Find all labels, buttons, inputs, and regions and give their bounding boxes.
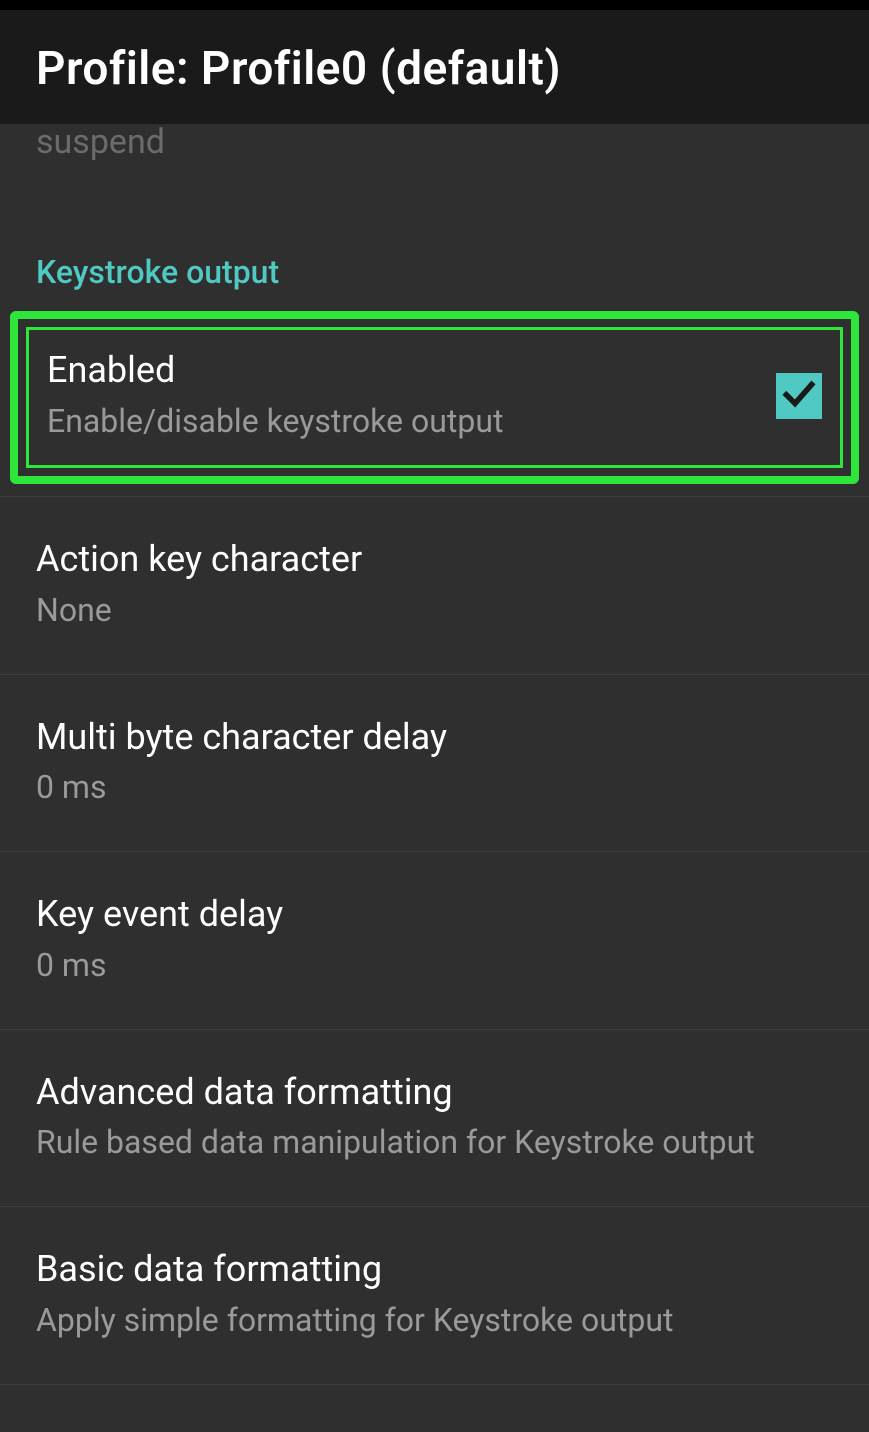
setting-enabled[interactable]: Enabled Enable/disable keystroke output bbox=[26, 327, 843, 468]
setting-advanced-sub: Rule based data manipulation for Keystro… bbox=[36, 1118, 833, 1166]
status-bar bbox=[0, 0, 869, 10]
highlighted-setting: Enabled Enable/disable keystroke output bbox=[10, 311, 859, 484]
setting-basic-sub: Apply simple formatting for Keystroke ou… bbox=[36, 1296, 833, 1344]
setting-multibyte-sub: 0 ms bbox=[36, 763, 833, 811]
setting-basic-data-formatting[interactable]: Basic data formatting Apply simple forma… bbox=[0, 1207, 869, 1385]
setting-action-key-character[interactable]: Action key character None bbox=[0, 496, 869, 675]
setting-advanced-title: Advanced data formatting bbox=[36, 1068, 833, 1117]
setting-enabled-sub: Enable/disable keystroke output bbox=[47, 397, 503, 445]
setting-key-event-title: Key event delay bbox=[36, 890, 833, 939]
setting-multibyte-title: Multi byte character delay bbox=[36, 713, 833, 762]
setting-enabled-text: Enabled Enable/disable keystroke output bbox=[47, 346, 503, 445]
setting-advanced-data-formatting[interactable]: Advanced data formatting Rule based data… bbox=[0, 1030, 869, 1208]
header: Profile: Profile0 (default) bbox=[0, 10, 869, 138]
setting-multibyte-delay[interactable]: Multi byte character delay 0 ms bbox=[0, 675, 869, 853]
setting-enabled-title: Enabled bbox=[47, 346, 503, 395]
cutoff-prev-item: suspend bbox=[0, 124, 869, 167]
setting-key-event-delay[interactable]: Key event delay 0 ms bbox=[0, 852, 869, 1030]
setting-basic-title: Basic data formatting bbox=[36, 1245, 833, 1294]
checkbox-enabled[interactable] bbox=[776, 373, 822, 419]
check-icon bbox=[780, 375, 818, 417]
page-title: Profile: Profile0 (default) bbox=[36, 42, 833, 96]
setting-action-key-sub: None bbox=[36, 586, 833, 634]
settings-list: suspend Keystroke output Enabled Enable/… bbox=[0, 124, 869, 1385]
setting-action-key-title: Action key character bbox=[36, 535, 833, 584]
section-header-keystroke-output: Keystroke output bbox=[0, 167, 869, 311]
setting-key-event-sub: 0 ms bbox=[36, 941, 833, 989]
